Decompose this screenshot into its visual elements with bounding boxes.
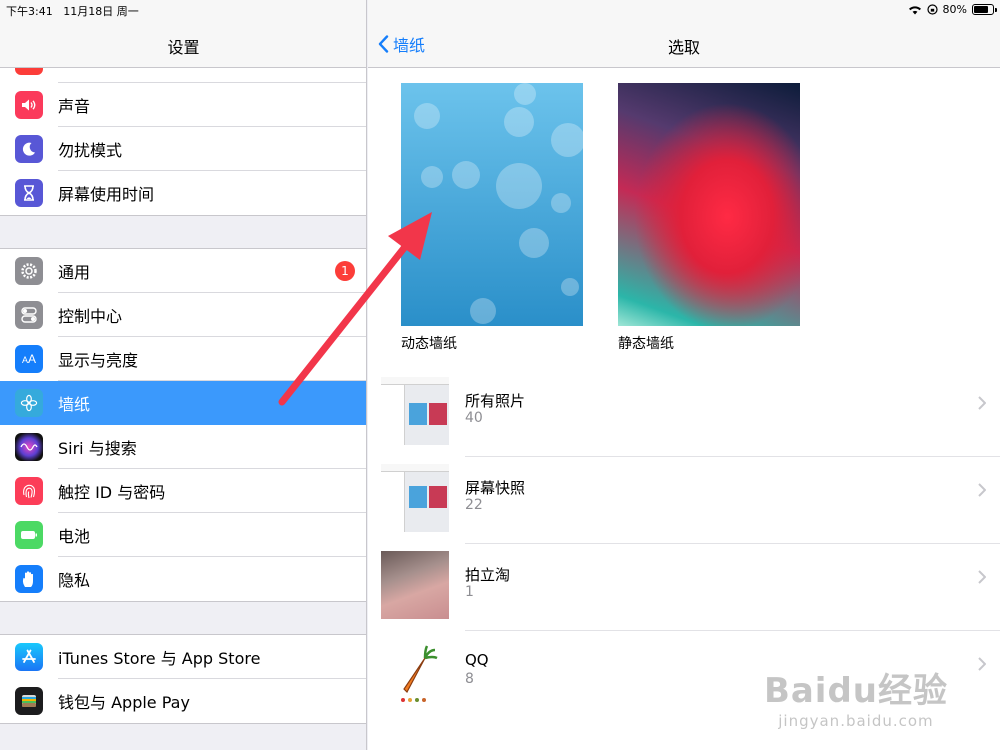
settings-label: 勿扰模式 <box>58 141 123 160</box>
settings-pane: 设置 声音 勿扰模式 屏幕使用时间 通用 1 控制中心 AA 显示与亮度 墙纸 … <box>0 0 367 750</box>
app-store-icon <box>15 643 43 671</box>
status-date: 11月18日 周一 <box>63 5 139 18</box>
battery-icon <box>972 4 997 15</box>
settings-label: 钱包与 Apple Pay <box>58 693 190 712</box>
watermark-url: jingyan.baidu.com <box>778 712 934 730</box>
text-size-icon: AA <box>15 345 43 373</box>
settings-label: 通用 <box>58 263 91 282</box>
status-time: 下午3:41 <box>6 5 53 18</box>
album-count: 40 <box>465 410 483 426</box>
settings-row-app-store[interactable]: iTunes Store 与 App Store <box>0 635 366 679</box>
settings-label: 屏幕使用时间 <box>58 185 155 204</box>
chevron-right-icon <box>978 483 986 497</box>
album-row-all-photos[interactable]: 所有照片 40 <box>368 370 1000 457</box>
update-badge: 1 <box>335 261 355 281</box>
settings-group-3: iTunes Store 与 App Store 钱包与 Apple Pay <box>0 634 366 724</box>
settings-row-privacy[interactable]: 隐私 <box>0 557 366 601</box>
still-wallpaper-thumbnail[interactable] <box>618 83 800 326</box>
hand-icon <box>15 565 43 593</box>
siri-icon <box>15 433 43 461</box>
text-size-glyph: AA <box>21 352 37 366</box>
status-time-date: 下午3:41 11月18日 周一 <box>6 3 139 19</box>
carrot-icon <box>401 645 438 702</box>
album-row-screenshots[interactable]: 屏幕快照 22 <box>368 457 1000 544</box>
toggles-icon <box>15 301 43 329</box>
album-name: 拍立淘 <box>465 566 511 584</box>
settings-row-general[interactable]: 通用 1 <box>0 249 366 293</box>
settings-row-battery[interactable]: 电池 <box>0 513 366 557</box>
wallpaper-pane: 墙纸 选取 动态墙纸 静态墙纸 所有照片 40 屏幕快照 22 拍立淘 1 QQ… <box>368 0 1000 750</box>
battery-percent: 80% <box>942 3 967 16</box>
settings-row-siri[interactable]: Siri 与搜索 <box>0 425 366 469</box>
album-row-pailitao[interactable]: 拍立淘 1 <box>368 544 1000 631</box>
battery-icon <box>15 521 43 549</box>
settings-row-touch-id[interactable]: 触控 ID 与密码 <box>0 469 366 513</box>
settings-row-control-center[interactable]: 控制中心 <box>0 293 366 337</box>
gear-icon <box>15 257 43 285</box>
settings-row-screen-time[interactable]: 屏幕使用时间 <box>0 171 366 215</box>
album-count: 1 <box>465 584 474 600</box>
chevron-right-icon <box>978 657 986 671</box>
speaker-icon <box>15 91 43 119</box>
flower-icon <box>15 389 43 417</box>
dynamic-wallpaper-thumbnail[interactable] <box>401 83 583 326</box>
album-count: 8 <box>465 671 474 687</box>
album-name: QQ <box>465 651 489 669</box>
settings-label: 墙纸 <box>58 395 91 414</box>
album-name: 所有照片 <box>465 392 526 410</box>
settings-group-2: 通用 1 控制中心 AA 显示与亮度 墙纸 Siri 与搜索 触控 ID 与密码… <box>0 248 366 602</box>
orientation-lock-icon <box>926 4 938 15</box>
settings-label: 触控 ID 与密码 <box>58 483 166 502</box>
settings-label: 隐私 <box>58 571 91 590</box>
baidu-watermark: Baidu经验 jingyan.baidu.com <box>764 663 948 730</box>
settings-label: 电池 <box>58 527 91 546</box>
album-name: 屏幕快照 <box>465 479 526 497</box>
moon-icon <box>15 135 43 163</box>
wallet-icon <box>15 687 43 715</box>
settings-label: 控制中心 <box>58 307 123 326</box>
album-thumbnail <box>381 638 449 706</box>
fingerprint-icon <box>15 477 43 505</box>
album-thumbnail <box>381 377 449 445</box>
settings-label: Siri 与搜索 <box>58 439 137 458</box>
settings-row-do-not-disturb[interactable]: 勿扰模式 <box>0 127 366 171</box>
dynamic-wallpaper-label: 动态墙纸 <box>401 336 457 352</box>
hourglass-icon <box>15 179 43 207</box>
album-count: 22 <box>465 497 483 513</box>
still-wallpaper-label: 静态墙纸 <box>618 336 674 352</box>
settings-label: 显示与亮度 <box>58 351 139 370</box>
album-thumbnail <box>381 464 449 532</box>
wifi-icon <box>908 5 921 14</box>
settings-row-display[interactable]: AA 显示与亮度 <box>0 337 366 381</box>
status-indicators: 80% <box>908 3 997 16</box>
settings-row-sounds[interactable]: 声音 <box>0 83 366 127</box>
chevron-right-icon <box>978 396 986 410</box>
status-bar: 下午3:41 11月18日 周一 80% <box>0 0 1000 20</box>
watermark-logo: Baidu经验 <box>763 671 948 711</box>
album-thumbnail <box>381 551 449 619</box>
settings-label: 声音 <box>58 97 91 116</box>
settings-row-wallpaper[interactable]: 墙纸 <box>0 381 366 425</box>
settings-title: 设置 <box>167 38 200 57</box>
chevron-right-icon <box>978 570 986 584</box>
page-title: 选取 <box>667 38 700 57</box>
settings-row-wallet[interactable]: 钱包与 Apple Pay <box>0 679 366 723</box>
settings-label: iTunes Store 与 App Store <box>58 649 261 668</box>
